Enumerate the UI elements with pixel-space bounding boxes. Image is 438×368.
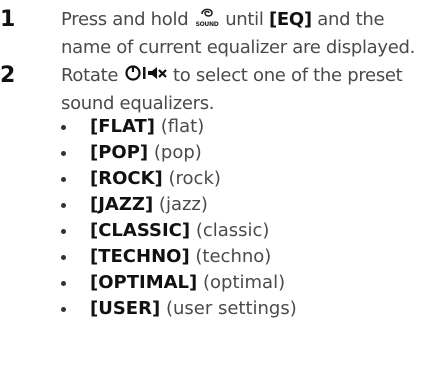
equalizer-desc: (techno) <box>195 246 272 267</box>
bullet-icon <box>61 177 66 182</box>
bullet-icon <box>61 307 66 312</box>
equalizer-desc: (rock) <box>168 168 221 189</box>
bullet-icon <box>61 229 66 234</box>
equalizer-name: [CLASSIC] <box>90 220 191 241</box>
step-number: 1 <box>0 7 16 32</box>
rotary-volume-knob-icon <box>124 63 168 83</box>
equalizer-desc: (jazz) <box>158 194 208 215</box>
equalizer-name: [FLAT] <box>90 116 156 137</box>
equalizer-desc: (flat) <box>160 116 205 137</box>
bullet-icon <box>61 255 66 260</box>
step-1-text-end: and the <box>317 9 385 30</box>
equalizer-name: [JAZZ] <box>90 194 154 215</box>
bullet-icon <box>61 151 66 156</box>
step-number: 2 <box>0 63 16 88</box>
equalizer-name: [TECHNO] <box>90 246 190 267</box>
sound-button-icon: SOUND <box>194 6 220 28</box>
step-2-text-after: to select one of the preset <box>172 65 403 86</box>
bullet-icon <box>61 203 66 208</box>
bullet-icon <box>61 125 66 130</box>
equalizer-desc: (classic) <box>195 220 270 241</box>
equalizer-desc: (optimal) <box>202 272 286 293</box>
step-1-line-1: Press and hold SOUND until [EQ] and the <box>61 6 385 34</box>
equalizer-name: [ROCK] <box>90 168 163 189</box>
step-2-text-before: Rotate <box>61 65 119 86</box>
equalizer-desc: (pop) <box>153 142 202 163</box>
equalizer-name: [USER] <box>90 298 161 319</box>
equalizer-name: [POP] <box>90 142 149 163</box>
sound-icon-label: SOUND <box>195 21 218 28</box>
equalizer-name: [OPTIMAL] <box>90 272 198 293</box>
equalizer-desc: (user settings) <box>165 298 297 319</box>
step-1-line-2: name of current equalizer are displayed. <box>61 37 416 58</box>
bullet-icon <box>61 281 66 286</box>
step-1-text-after: until <box>225 9 264 30</box>
step-2-line-1: Rotate to select one of the preset <box>61 62 403 90</box>
eq-keyword: [EQ] <box>269 9 312 30</box>
step-1-text-before: Press and hold <box>61 9 189 30</box>
